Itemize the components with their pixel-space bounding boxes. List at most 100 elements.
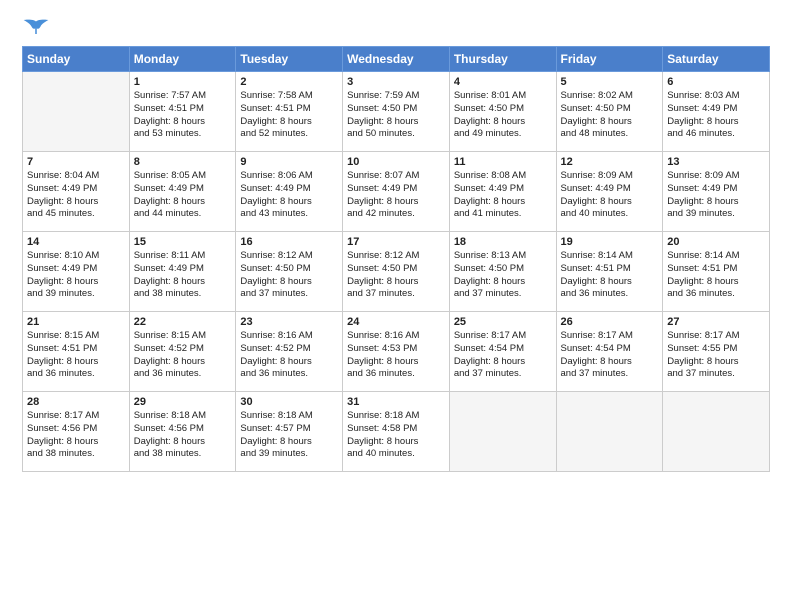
sunset-text: Sunset: 4:51 PM <box>27 343 125 356</box>
sunset-text: Sunset: 4:49 PM <box>134 183 232 196</box>
daylight-text-2: and 39 minutes. <box>27 288 125 301</box>
sunrise-text: Sunrise: 8:03 AM <box>667 90 765 103</box>
daylight-text-2: and 37 minutes. <box>561 368 659 381</box>
calendar-week-4: 21 Sunrise: 8:15 AMSunset: 4:51 PM Dayligh… <box>23 312 770 392</box>
weekday-header-tuesday: Tuesday <box>236 47 343 72</box>
daylight-text-2: and 36 minutes. <box>347 368 445 381</box>
sunset-text: Sunset: 4:52 PM <box>134 343 232 356</box>
sunrise-text: Sunrise: 8:06 AM <box>240 170 338 183</box>
daylight-text-1: Daylight: 8 hours <box>667 116 765 129</box>
sunset-text: Sunset: 4:56 PM <box>134 423 232 436</box>
sunset-text: Sunset: 4:54 PM <box>561 343 659 356</box>
daylight-text-1: Daylight: 8 hours <box>27 276 125 289</box>
daylight-text-2: and 46 minutes. <box>667 128 765 141</box>
sunrise-text: Sunrise: 8:01 AM <box>454 90 552 103</box>
sunrise-text: Sunrise: 8:14 AM <box>561 250 659 263</box>
sunrise-text: Sunrise: 8:18 AM <box>240 410 338 423</box>
daylight-text-2: and 42 minutes. <box>347 208 445 221</box>
day-number: 5 <box>561 76 659 88</box>
sunset-text: Sunset: 4:57 PM <box>240 423 338 436</box>
day-number: 29 <box>134 396 232 408</box>
sunrise-text: Sunrise: 8:16 AM <box>240 330 338 343</box>
sunrise-text: Sunrise: 8:17 AM <box>454 330 552 343</box>
day-number: 26 <box>561 316 659 328</box>
sunrise-text: Sunrise: 8:08 AM <box>454 170 552 183</box>
daylight-text-2: and 36 minutes. <box>27 368 125 381</box>
day-number: 9 <box>240 156 338 168</box>
daylight-text-1: Daylight: 8 hours <box>240 116 338 129</box>
daylight-text-2: and 41 minutes. <box>454 208 552 221</box>
daylight-text-2: and 49 minutes. <box>454 128 552 141</box>
day-number: 13 <box>667 156 765 168</box>
calendar-cell <box>663 392 770 472</box>
calendar-week-1: 1Sunrise: 7:57 AMSunset: 4:51 PMDaylight… <box>23 72 770 152</box>
daylight-text-2: and 36 minutes. <box>561 288 659 301</box>
day-number: 21 <box>27 316 125 328</box>
daylight-text-2: and 37 minutes. <box>240 288 338 301</box>
sunset-text: Sunset: 4:49 PM <box>240 183 338 196</box>
day-number: 18 <box>454 236 552 248</box>
sunrise-text: Sunrise: 8:18 AM <box>347 410 445 423</box>
sunset-text: Sunset: 4:52 PM <box>240 343 338 356</box>
calendar-cell: 10Sunrise: 8:07 AMSunset: 4:49 PMDayligh… <box>343 152 450 232</box>
sunrise-text: Sunrise: 8:17 AM <box>667 330 765 343</box>
calendar-cell: 21Sunrise: 8:15 AMSunset: 4:51 PMDayligh… <box>23 312 130 392</box>
daylight-text-2: and 40 minutes. <box>561 208 659 221</box>
sunrise-text: Sunrise: 8:13 AM <box>454 250 552 263</box>
sunset-text: Sunset: 4:49 PM <box>667 103 765 116</box>
calendar-cell: 31Sunrise: 8:18 AMSunset: 4:58 PMDayligh… <box>343 392 450 472</box>
daylight-text-2: and 48 minutes. <box>561 128 659 141</box>
day-number: 6 <box>667 76 765 88</box>
daylight-text-1: Daylight: 8 hours <box>561 196 659 209</box>
sunset-text: Sunset: 4:49 PM <box>667 183 765 196</box>
daylight-text-1: Daylight: 8 hours <box>134 436 232 449</box>
sunset-text: Sunset: 4:50 PM <box>561 103 659 116</box>
daylight-text-1: Daylight: 8 hours <box>667 196 765 209</box>
daylight-text-1: Daylight: 8 hours <box>134 196 232 209</box>
daylight-text-2: and 40 minutes. <box>347 448 445 461</box>
sunset-text: Sunset: 4:51 PM <box>134 103 232 116</box>
page: SundayMondayTuesdayWednesdayThursdayFrid… <box>0 0 792 612</box>
daylight-text-2: and 36 minutes. <box>134 368 232 381</box>
sunset-text: Sunset: 4:50 PM <box>347 263 445 276</box>
daylight-text-1: Daylight: 8 hours <box>134 356 232 369</box>
sunset-text: Sunset: 4:51 PM <box>561 263 659 276</box>
sunrise-text: Sunrise: 8:17 AM <box>561 330 659 343</box>
sunrise-text: Sunrise: 8:02 AM <box>561 90 659 103</box>
weekday-header-saturday: Saturday <box>663 47 770 72</box>
sunset-text: Sunset: 4:55 PM <box>667 343 765 356</box>
calendar-cell: 17Sunrise: 8:12 AMSunset: 4:50 PMDayligh… <box>343 232 450 312</box>
daylight-text-1: Daylight: 8 hours <box>347 356 445 369</box>
calendar-week-5: 28Sunrise: 8:17 AMSunset: 4:56 PMDayligh… <box>23 392 770 472</box>
daylight-text-2: and 36 minutes. <box>240 368 338 381</box>
daylight-text-1: Daylight: 8 hours <box>667 276 765 289</box>
sunset-text: Sunset: 4:49 PM <box>27 263 125 276</box>
sunset-text: Sunset: 4:50 PM <box>454 103 552 116</box>
sunset-text: Sunset: 4:50 PM <box>454 263 552 276</box>
daylight-text-2: and 37 minutes. <box>454 368 552 381</box>
daylight-text-2: and 37 minutes. <box>454 288 552 301</box>
sunset-text: Sunset: 4:54 PM <box>454 343 552 356</box>
daylight-text-1: Daylight: 8 hours <box>347 116 445 129</box>
day-number: 1 <box>134 76 232 88</box>
sunrise-text: Sunrise: 7:59 AM <box>347 90 445 103</box>
calendar-cell: 7Sunrise: 8:04 AMSunset: 4:49 PMDaylight… <box>23 152 130 232</box>
day-number: 25 <box>454 316 552 328</box>
weekday-header-thursday: Thursday <box>449 47 556 72</box>
calendar-cell: 16Sunrise: 8:12 AMSunset: 4:50 PMDayligh… <box>236 232 343 312</box>
sunset-text: Sunset: 4:58 PM <box>347 423 445 436</box>
sunset-text: Sunset: 4:49 PM <box>347 183 445 196</box>
day-number: 15 <box>134 236 232 248</box>
day-number: 11 <box>454 156 552 168</box>
daylight-text-1: Daylight: 8 hours <box>561 356 659 369</box>
daylight-text-1: Daylight: 8 hours <box>454 276 552 289</box>
logo-bird-icon <box>22 18 50 36</box>
day-number: 28 <box>27 396 125 408</box>
daylight-text-1: Daylight: 8 hours <box>134 276 232 289</box>
daylight-text-2: and 45 minutes. <box>27 208 125 221</box>
day-number: 10 <box>347 156 445 168</box>
sunrise-text: Sunrise: 8:12 AM <box>347 250 445 263</box>
calendar-week-2: 7Sunrise: 8:04 AMSunset: 4:49 PMDaylight… <box>23 152 770 232</box>
sunrise-text: Sunrise: 8:15 AM <box>27 330 125 343</box>
day-number: 31 <box>347 396 445 408</box>
